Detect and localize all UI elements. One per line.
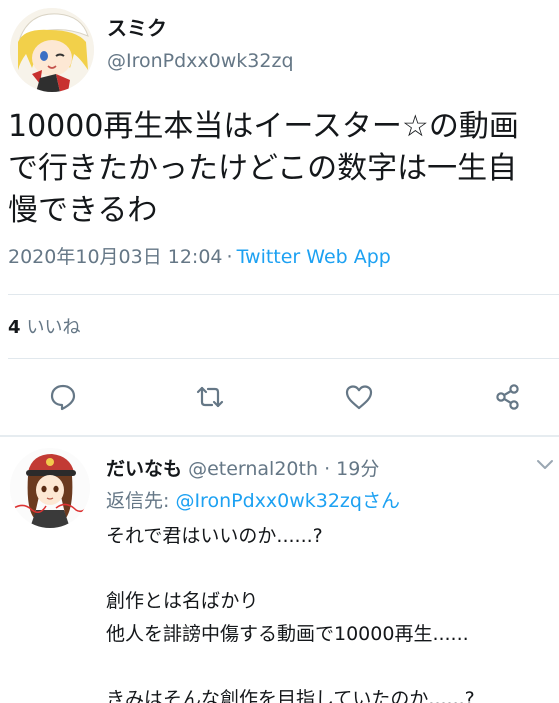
reply-author-avatar[interactable] [10,448,90,528]
reply-time[interactable]: 19分 [336,458,379,480]
retweet-button[interactable] [190,377,230,417]
tweet-timestamp[interactable]: 2020年10月03日 12:04 [8,246,223,268]
tweet-text: 10000再生本当はイースター☆の動画 で行きたかったけどこの数字は一生自 慢で… [8,106,556,232]
tweet-text-line: で行きたかったけどこの数字は一生自 [8,151,518,186]
chevron-down-icon[interactable] [535,458,555,472]
tweet-actions [0,377,559,417]
reply-separator: · [324,458,331,480]
reply-to-mention[interactable]: @IronPdxx0wk32zqさん [175,490,400,512]
likes-count-row[interactable]: 4 いいね [8,313,81,339]
tweet-text-line: 10000再生本当はイースター☆の動画 [8,109,519,144]
likes-label: いいね [26,317,81,338]
section-divider [0,435,559,437]
tweet-source-app[interactable]: Twitter Web App [237,246,391,268]
retweet-icon [196,386,224,408]
reply-to-line: 返信先: @IronPdxx0wk32zqさん [106,486,400,513]
tweet-meta: 2020年10月03日 12:04 · Twitter Web App [8,242,391,269]
author-avatar[interactable] [10,8,94,92]
divider [8,294,559,295]
like-button[interactable] [339,377,379,417]
reply-text-line [106,553,475,586]
reply-button[interactable] [43,377,83,417]
reply-text-line: 他人を誹謗中傷する動画で10000再生...... [106,622,469,645]
tweet-text-line: 慢できるわ [8,193,158,228]
avatar-illustration [10,8,94,92]
reply-text-line [106,650,475,683]
reply-display-name[interactable]: だいなも [106,458,182,480]
author-handle[interactable]: @IronPdxx0wk32zq [107,50,294,72]
share-button[interactable] [488,377,528,417]
reply-text-line: 創作とは名ばかり [106,590,259,612]
share-icon [496,384,519,410]
heart-icon [345,385,373,410]
reply-icon [50,384,76,411]
reply-text-line: きみはそんな創作を目指していたのか......? [106,687,475,703]
author-display-name[interactable]: スミク [107,12,167,41]
reply-text-line: それで君はいいのか......? [106,525,323,547]
reply-handle[interactable]: @eternal20th [188,458,318,480]
divider [8,358,559,359]
tweet-detail-page: スミク @IronPdxx0wk32zq 10000再生本当はイースター☆の動画… [0,0,559,703]
avatar-illustration [10,448,90,528]
meta-separator: · [226,246,233,268]
reply-text: それで君はいいのか......? 創作とは名ばかり 他人を誹謗中傷する動画で10… [106,520,475,703]
reply-header: だいなも @eternal20th · 19分 [106,454,379,481]
likes-count: 4 [8,317,21,338]
reply-to-prefix: 返信先: [106,490,170,512]
